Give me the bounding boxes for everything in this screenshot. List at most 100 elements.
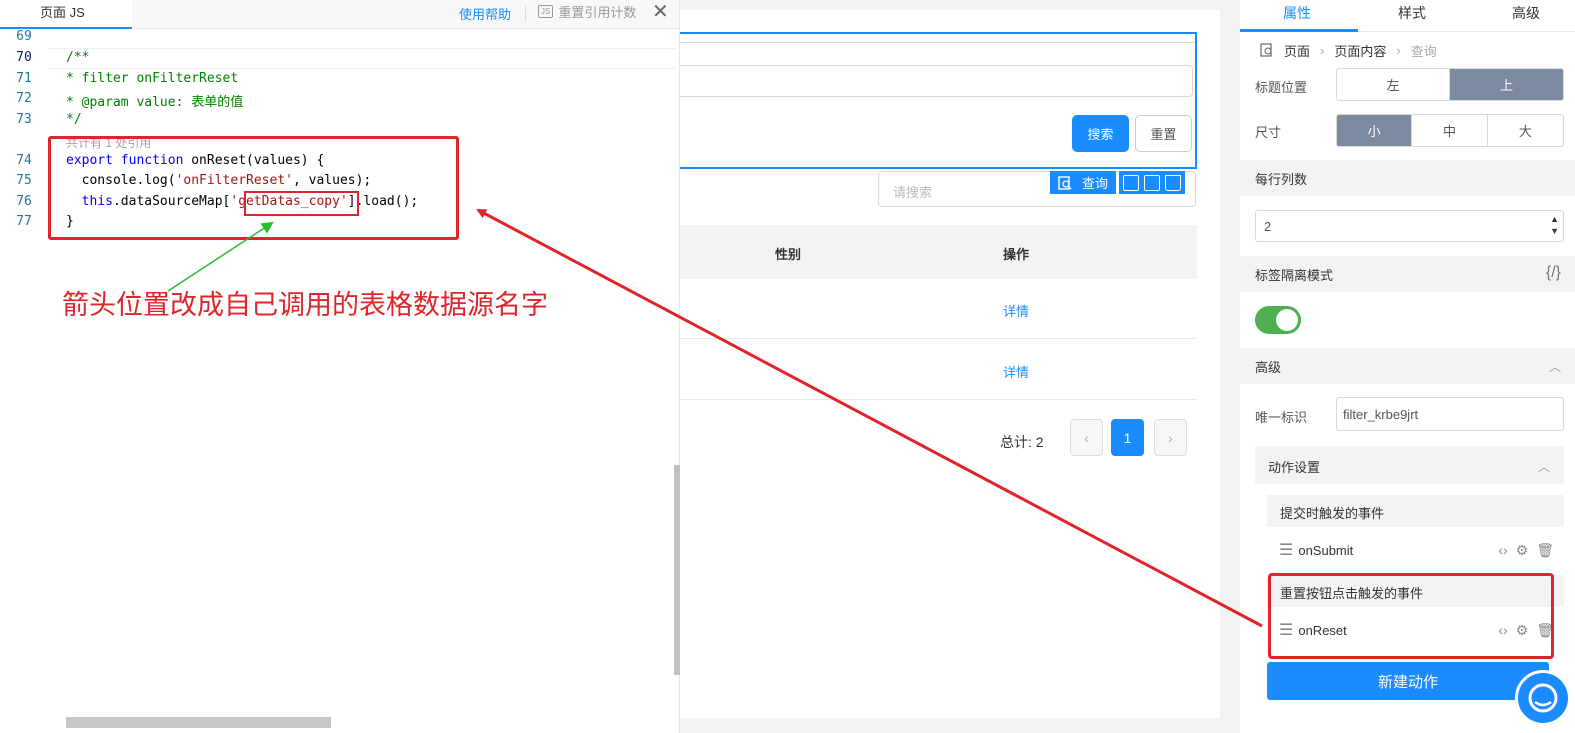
reset-ref-count-label: 重置引用计数 bbox=[558, 5, 637, 20]
action-item-onsubmit[interactable]: ☰ onSubmit ‹› ⚙ 🗑 bbox=[1267, 529, 1564, 571]
line-number: 70 bbox=[16, 50, 32, 65]
component-ops bbox=[1119, 171, 1186, 194]
gear-icon[interactable]: ⚙ bbox=[1516, 542, 1529, 559]
help-link[interactable]: 使用帮助 bbox=[459, 4, 511, 23]
copy-icon[interactable] bbox=[1144, 174, 1161, 191]
chevron-up-icon: ︿ bbox=[1537, 460, 1550, 474]
add-icon[interactable] bbox=[1123, 174, 1140, 191]
chevron-up-icon: ︿ bbox=[1548, 360, 1561, 374]
help-chat-icon[interactable] bbox=[1515, 670, 1571, 726]
form-divider bbox=[680, 42, 1195, 43]
search-button[interactable]: 搜索 bbox=[1072, 115, 1129, 152]
action-tools: ‹› ⚙ 🗑 bbox=[1498, 542, 1554, 559]
code-icon[interactable]: ‹› bbox=[1498, 542, 1507, 559]
next-page-button[interactable]: › bbox=[1154, 419, 1187, 456]
component-selection-tag: 查询 bbox=[1050, 171, 1186, 194]
option-medium[interactable]: 中 bbox=[1412, 115, 1488, 146]
total-count: 总计: 2 bbox=[1000, 434, 1044, 450]
option-small[interactable]: 小 bbox=[1337, 115, 1413, 146]
new-action-button[interactable]: 新建动作 bbox=[1267, 662, 1549, 700]
code-line: */ bbox=[66, 112, 82, 127]
design-canvas: 搜索 重置 请搜索 查询 性别 操作 详情 详情 总计: 2 ‹ 1 › bbox=[680, 10, 1220, 718]
option-large[interactable]: 大 bbox=[1488, 115, 1563, 146]
divider bbox=[525, 6, 526, 22]
detail-link[interactable]: 详情 bbox=[1003, 362, 1029, 381]
code-editor-panel: 页面 JS 使用帮助 JS 重置引用计数 ✕ 69 70 71 72 73 74… bbox=[0, 0, 680, 733]
vertical-scrollbar[interactable] bbox=[674, 465, 680, 675]
tab-indicator bbox=[1240, 29, 1358, 32]
tab-page-js[interactable]: 页面 JS bbox=[0, 0, 132, 29]
code-binding-icon[interactable]: {/} bbox=[1546, 264, 1561, 282]
js-file-icon: JS bbox=[538, 5, 554, 18]
current-line-highlight bbox=[48, 48, 676, 69]
component-name-label: 查询 bbox=[1082, 176, 1109, 191]
code-line: * @param value: 表单的值 bbox=[66, 95, 244, 110]
size-segmented: 小 中 大 bbox=[1336, 114, 1564, 147]
prev-page-button[interactable]: ‹ bbox=[1070, 419, 1103, 456]
option-left[interactable]: 左 bbox=[1337, 69, 1450, 100]
label-isolation-toggle[interactable] bbox=[1255, 306, 1301, 334]
trash-icon[interactable]: 🗑 bbox=[1536, 542, 1554, 559]
table-row: 详情 bbox=[680, 340, 1197, 400]
breadcrumb-content[interactable]: 页面内容 bbox=[1334, 41, 1386, 60]
properties-panel: 属性 样式 高级 页面 › 页面内容 › 查询 标题位置 左 上 尺寸 小 中 … bbox=[1240, 0, 1575, 733]
line-number: 75 bbox=[16, 173, 32, 188]
reset-ref-count-button[interactable]: JS 重置引用计数 bbox=[538, 2, 636, 21]
query-component-icon bbox=[1058, 175, 1072, 190]
tab-advanced[interactable]: 高级 bbox=[1512, 3, 1540, 23]
highlight-box-function bbox=[48, 136, 459, 240]
code-panel-header: 页面 JS 使用帮助 JS 重置引用计数 ✕ bbox=[0, 0, 679, 29]
columns-per-row-label: 每行列数 bbox=[1240, 160, 1575, 196]
actions-section-header[interactable]: 动作设置 ︿ bbox=[1255, 446, 1564, 484]
page-1-button[interactable]: 1 bbox=[1111, 419, 1144, 456]
th-action: 操作 bbox=[1003, 247, 1030, 262]
code-line: * filter onFilterReset bbox=[66, 71, 239, 86]
tab-properties[interactable]: 属性 bbox=[1283, 3, 1311, 23]
columns-per-row-input[interactable]: 2 ▲ ▼ bbox=[1255, 210, 1564, 242]
actions-label: 动作设置 bbox=[1268, 460, 1321, 475]
line-number: 76 bbox=[16, 194, 32, 209]
delete-icon[interactable] bbox=[1165, 174, 1182, 191]
advanced-section-header[interactable]: 高级 ︿ bbox=[1240, 348, 1575, 384]
chevron-right-icon: › bbox=[1396, 42, 1401, 58]
action-name: onSubmit bbox=[1298, 542, 1354, 558]
code-line: /** bbox=[66, 50, 90, 65]
th-gender: 性别 bbox=[775, 247, 802, 262]
label-isolation-header: 标签隔离模式 {/} bbox=[1240, 256, 1575, 292]
stepper-icon[interactable]: ▲ ▼ bbox=[1550, 213, 1559, 237]
breadcrumb: 页面 › 页面内容 › 查询 bbox=[1240, 33, 1575, 67]
line-number: 73 bbox=[16, 112, 32, 127]
filter-form-selected[interactable]: 搜索 重置 bbox=[680, 32, 1197, 169]
props-tabs: 属性 样式 高级 bbox=[1240, 0, 1575, 32]
highlight-box-datasource bbox=[244, 191, 359, 216]
columns-per-row-value: 2 bbox=[1264, 219, 1272, 234]
unique-id-label: 唯一标识 bbox=[1255, 410, 1308, 425]
reset-button[interactable]: 重置 bbox=[1135, 115, 1192, 152]
table-row: 详情 bbox=[680, 279, 1197, 339]
horizontal-scrollbar[interactable] bbox=[66, 717, 331, 728]
drag-handle-icon[interactable]: ☰ bbox=[1279, 540, 1293, 560]
detail-link[interactable]: 详情 bbox=[1003, 301, 1029, 320]
table-header-row: 性别 操作 bbox=[680, 225, 1197, 279]
label-position-segmented: 左 上 bbox=[1336, 68, 1564, 101]
size-label: 尺寸 bbox=[1255, 125, 1282, 140]
line-number: 77 bbox=[16, 214, 32, 229]
label-position-label: 标题位置 bbox=[1255, 80, 1308, 95]
line-number: 69 bbox=[16, 29, 32, 44]
breadcrumb-current: 查询 bbox=[1410, 43, 1437, 59]
line-number: 71 bbox=[16, 71, 32, 86]
option-top[interactable]: 上 bbox=[1450, 69, 1563, 100]
breadcrumb-page[interactable]: 页面 bbox=[1284, 41, 1310, 60]
close-icon[interactable]: ✕ bbox=[652, 0, 669, 24]
filter-input-field[interactable] bbox=[680, 65, 1193, 97]
component-name-tag[interactable]: 查询 bbox=[1050, 171, 1117, 194]
advanced-label: 高级 bbox=[1255, 359, 1282, 375]
page-icon bbox=[1260, 43, 1272, 57]
annotation-text: 箭头位置改成自己调用的表格数据源名字 bbox=[62, 290, 548, 321]
line-number: 72 bbox=[16, 91, 32, 106]
label-isolation-label: 标签隔离模式 bbox=[1255, 267, 1334, 283]
tab-style[interactable]: 样式 bbox=[1398, 3, 1426, 23]
unique-id-input[interactable]: filter_krbe9jrt bbox=[1336, 397, 1564, 431]
highlight-box-reset-action bbox=[1268, 573, 1554, 659]
chevron-right-icon: › bbox=[1320, 42, 1325, 58]
